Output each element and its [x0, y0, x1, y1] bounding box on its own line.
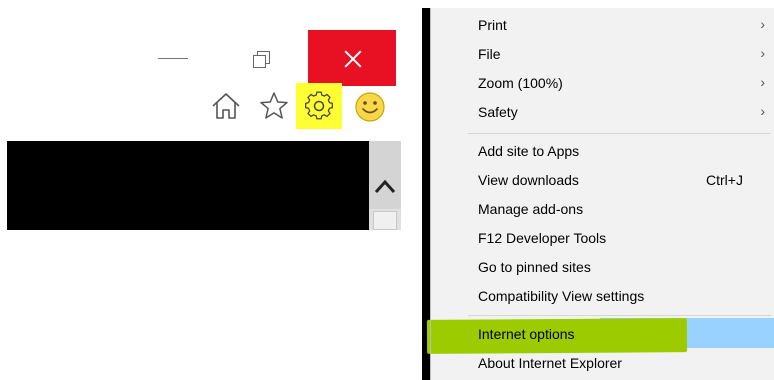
menu-item-internet-options[interactable]: Internet options	[431, 320, 774, 349]
restore-icon-front	[253, 55, 266, 68]
shortcut-label: Ctrl+J	[706, 172, 743, 188]
scroll-thumb[interactable]	[373, 211, 397, 230]
minimize-button[interactable]	[150, 30, 196, 86]
menu-item-go-to-pinned-sites[interactable]: Go to pinned sites	[431, 253, 774, 282]
menu-item-add-site-to-apps[interactable]: Add site to Apps	[431, 137, 774, 166]
menu-item-label: Safety	[478, 104, 518, 120]
vertical-scrollbar[interactable]	[369, 141, 401, 230]
chevron-right-icon: ›	[760, 16, 765, 32]
menu-item-label: Zoom (100%)	[478, 75, 563, 91]
menu-item-label: File	[478, 46, 501, 62]
menu-separator	[468, 133, 771, 134]
chevron-right-icon: ›	[760, 74, 765, 90]
menu-item-safety[interactable]: Safety ›	[431, 98, 774, 127]
scroll-up-button[interactable]	[369, 141, 401, 209]
chevron-up-icon	[374, 179, 396, 194]
chevron-right-icon: ›	[760, 45, 765, 61]
gear-button[interactable]	[296, 83, 342, 129]
menu-item-about-internet-explorer[interactable]: About Internet Explorer	[431, 349, 774, 378]
menu-item-label: Manage add-ons	[478, 201, 584, 217]
star-icon[interactable]	[256, 88, 292, 124]
smiley-icon[interactable]	[352, 88, 388, 124]
menu-item-view-downloads[interactable]: View downloads Ctrl+J	[431, 166, 774, 195]
menu-item-label: View downloads	[478, 172, 579, 188]
gear-icon	[305, 91, 333, 120]
menu-separator	[468, 315, 771, 316]
menu-item-label: Internet options	[478, 326, 575, 342]
menu-item-file[interactable]: File ›	[431, 40, 774, 69]
menu-item-label: Add site to Apps	[478, 143, 580, 159]
tools-menu: Print › File › Zoom (100%) › Safety › Ad…	[430, 8, 774, 380]
page-content	[7, 141, 369, 230]
menu-item-f12-developer-tools[interactable]: F12 Developer Tools	[431, 224, 774, 253]
home-icon[interactable]	[208, 88, 244, 124]
menu-item-print[interactable]: Print ›	[431, 11, 774, 40]
menu-item-label: F12 Developer Tools	[478, 230, 607, 246]
close-button[interactable]	[308, 30, 396, 86]
restore-button[interactable]	[236, 30, 284, 86]
menu-item-label: About Internet Explorer	[478, 355, 622, 371]
menu-item-label: Compatibility View settings	[478, 288, 645, 304]
menu-item-label: Go to pinned sites	[478, 259, 591, 275]
menu-item-zoom[interactable]: Zoom (100%) ›	[431, 69, 774, 98]
chevron-right-icon: ›	[760, 103, 765, 119]
menu-item-manage-add-ons[interactable]: Manage add-ons	[431, 195, 774, 224]
menu-item-compatibility-view-settings[interactable]: Compatibility View settings	[431, 282, 774, 311]
menu-item-label: Print	[478, 17, 507, 33]
